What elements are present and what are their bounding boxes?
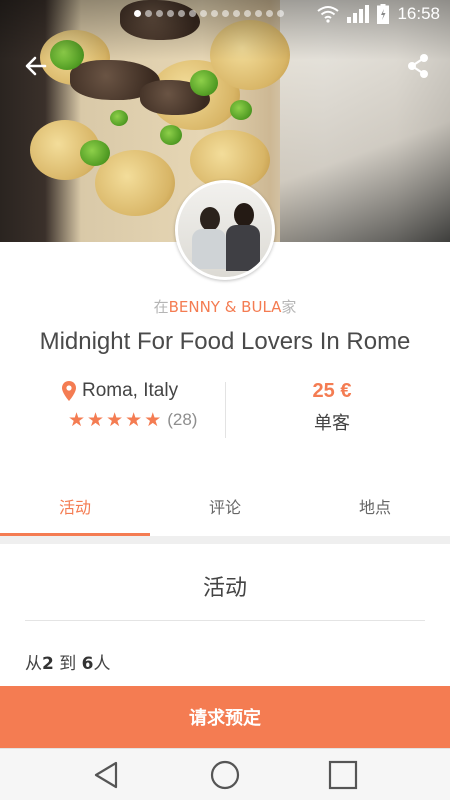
hero-food (110, 110, 128, 126)
tab-separator (0, 536, 450, 544)
price-unit: 单客 (314, 413, 350, 434)
page-dot (156, 10, 163, 17)
section-title: 活动 (202, 576, 247, 601)
back-button[interactable] (22, 52, 50, 80)
share-icon (408, 54, 428, 78)
star-icon: ★ (87, 408, 105, 431)
signal-icon (347, 5, 370, 23)
tab-bar: 活动 评论 地点 (0, 484, 450, 536)
event-title: Midnight For Food Lovers In Rome (39, 328, 411, 355)
hero-food (230, 100, 252, 120)
host-avatar[interactable] (175, 180, 275, 280)
tab-reviews[interactable]: 评论 (150, 484, 300, 536)
nav-home-button[interactable] (208, 759, 242, 791)
page-dot (211, 10, 218, 17)
host-suffix: 家 (281, 298, 297, 316)
status-bar: 16:58 (0, 0, 450, 32)
tab-location[interactable]: 地点 (300, 484, 450, 536)
page-dot (145, 10, 152, 17)
party-to: 到 (53, 654, 82, 674)
triangle-back-icon (94, 761, 118, 789)
circle-home-icon (210, 760, 240, 790)
party-max: 6 (81, 654, 94, 674)
location-text: Roma, Italy (82, 380, 179, 401)
party-from: 从 (25, 654, 42, 674)
event-location: Roma, Italy (62, 380, 178, 402)
location-pin-icon (62, 381, 76, 401)
rating[interactable]: ★ ★ ★ ★ ★ (28) (68, 410, 197, 430)
page-indicator (134, 10, 284, 17)
section-divider (25, 620, 425, 621)
square-recents-icon (328, 760, 358, 790)
system-nav-bar (0, 748, 450, 800)
host-prefix: 在 (153, 298, 169, 316)
star-icon: ★ (125, 408, 143, 431)
request-booking-button[interactable]: 请求预定 (0, 686, 450, 748)
host-line: 在BENNY & BULA家 (0, 296, 450, 317)
hero-food (190, 70, 218, 96)
hero-food (160, 125, 182, 145)
arrow-left-icon (25, 56, 47, 76)
page-dot (167, 10, 174, 17)
tab-activity[interactable]: 活动 (0, 484, 150, 536)
page-dot (178, 10, 185, 17)
page-dot (200, 10, 207, 17)
rating-count: (28) (167, 410, 198, 429)
page-dot (244, 10, 251, 17)
star-icon: ★ (106, 408, 124, 431)
party-unit: 人 (93, 654, 111, 674)
status-time: 16:58 (397, 4, 440, 23)
star-icon: ★ (144, 408, 162, 431)
page-dot (277, 10, 284, 17)
hero-food (80, 140, 110, 166)
share-button[interactable] (404, 52, 432, 80)
party-min: 2 (42, 654, 54, 674)
battery-icon (377, 4, 390, 24)
page-dot (255, 10, 262, 17)
host-name-link[interactable]: BENNY & BULA (169, 298, 282, 316)
nav-back-button[interactable] (90, 759, 124, 791)
nav-recents-button[interactable] (326, 759, 360, 791)
page-dot (222, 10, 229, 17)
party-size: 从2 到 6人 (25, 649, 111, 674)
page-dot (134, 10, 141, 17)
status-icons: 16:58 (317, 4, 440, 24)
star-icon: ★ (68, 408, 86, 431)
price: 25 € (312, 380, 352, 402)
divider (225, 382, 226, 438)
page-dot (233, 10, 240, 17)
wifi-icon (317, 6, 340, 23)
page-dot (189, 10, 196, 17)
page-dot (266, 10, 273, 17)
